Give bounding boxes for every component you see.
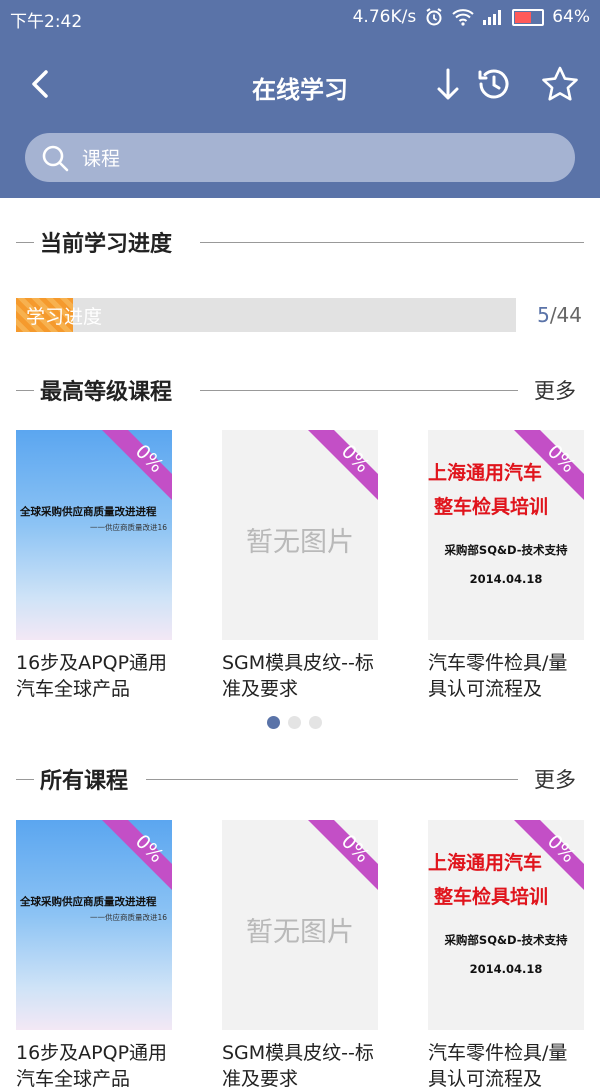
divider xyxy=(200,242,584,243)
course-title: 16步及APQP通用汽车全球产品 xyxy=(16,652,168,700)
battery-level: 64% xyxy=(552,7,590,27)
more-link[interactable]: 更多 xyxy=(534,375,576,405)
search-bar[interactable] xyxy=(25,133,575,184)
section-title: 当前学习进度 xyxy=(40,226,179,258)
battery-icon xyxy=(512,8,545,26)
progress-total: /44 xyxy=(549,303,582,327)
course-thumbnail: 暂无图片 0% xyxy=(222,820,378,1030)
course-card[interactable]: 暂无图片 0% SGM模具皮纹--标准及要求 xyxy=(222,430,378,702)
progress-ribbon: 0% xyxy=(308,820,378,890)
wifi-icon xyxy=(452,9,474,26)
carousel-dot[interactable] xyxy=(309,716,322,729)
progress-label: 学习进度 xyxy=(26,306,103,328)
download-button[interactable] xyxy=(428,64,468,104)
course-card[interactable]: 上海通用汽车 整车检具培训 采购部SQ&D-技术支持 2014.04.18 0%… xyxy=(428,820,584,1092)
progress-section-header: 当前学习进度 xyxy=(0,222,600,262)
thumbnail-text: 2014.04.18 xyxy=(469,962,543,976)
section-title: 最高等级课程 xyxy=(40,374,179,406)
progress-ribbon: 0% xyxy=(308,430,378,500)
progress-ribbon: 0% xyxy=(514,820,584,890)
thumbnail-text: 采购部SQ&D-技术支持 xyxy=(444,543,568,557)
favorite-button[interactable] xyxy=(540,64,580,104)
course-title: 16步及APQP通用汽车全球产品 xyxy=(16,1042,168,1090)
carousel-indicator xyxy=(267,716,322,729)
no-image-placeholder: 暂无图片 xyxy=(246,527,354,558)
course-title: 汽车零件检具/量具认可流程及 xyxy=(428,1042,568,1090)
no-image-placeholder: 暂无图片 xyxy=(246,917,354,948)
top-courses-header: 最高等级课程 更多 xyxy=(0,370,600,410)
progress-current: 5 xyxy=(537,303,550,327)
alarm-icon xyxy=(426,8,442,26)
divider xyxy=(16,242,34,243)
progress-bar: 学习进度 xyxy=(16,298,516,332)
course-thumbnail: 全球采购供应商质量改进进程 一一供应商质量改进16 0% xyxy=(16,820,172,1030)
course-card[interactable]: 全球采购供应商质量改进进程 一一供应商质量改进16 0% 16步及APQP通用汽… xyxy=(16,430,172,702)
course-title: SGM模具皮纹--标准及要求 xyxy=(222,1042,374,1090)
section-title: 所有课程 xyxy=(40,763,135,795)
carousel-dot[interactable] xyxy=(267,716,280,729)
status-time: 下午2:42 xyxy=(10,12,83,32)
divider xyxy=(16,779,34,780)
course-thumbnail: 全球采购供应商质量改进进程 一一供应商质量改进16 0% xyxy=(16,430,172,640)
more-link[interactable]: 更多 xyxy=(534,764,576,794)
history-icon xyxy=(478,69,509,99)
status-icons: 4.76K/s 64% xyxy=(353,7,590,27)
progress-count: 5/44 xyxy=(537,303,582,327)
course-thumbnail: 上海通用汽车 整车检具培训 采购部SQ&D-技术支持 2014.04.18 0% xyxy=(428,820,584,1030)
thumbnail-text: 2014.04.18 xyxy=(469,572,543,586)
download-icon xyxy=(437,68,459,100)
course-title: 汽车零件检具/量具认可流程及 xyxy=(428,652,568,700)
progress-ribbon: 0% xyxy=(102,820,172,890)
course-thumbnail: 暂无图片 0% xyxy=(222,430,378,640)
divider xyxy=(16,390,34,391)
divider xyxy=(146,779,518,780)
thumbnail-text: 一一供应商质量改进16 xyxy=(90,523,168,532)
thumbnail-text: 采购部SQ&D-技术支持 xyxy=(444,933,568,947)
all-courses-header: 所有课程 更多 xyxy=(0,759,600,799)
course-card[interactable]: 全球采购供应商质量改进进程 一一供应商质量改进16 0% 16步及APQP通用汽… xyxy=(16,820,172,1092)
course-thumbnail: 上海通用汽车 整车检具培训 采购部SQ&D-技术支持 2014.04.18 0% xyxy=(428,430,584,640)
divider xyxy=(200,390,518,391)
thumbnail-text: 一一供应商质量改进16 xyxy=(90,913,168,922)
progress-ribbon: 0% xyxy=(514,430,584,500)
search-input[interactable] xyxy=(80,133,564,184)
course-title: SGM模具皮纹--标准及要求 xyxy=(222,652,374,700)
progress-ribbon: 0% xyxy=(102,430,172,500)
history-button[interactable] xyxy=(474,64,514,104)
app-bar: 在线学习 xyxy=(0,34,600,198)
course-card[interactable]: 暂无图片 0% SGM模具皮纹--标准及要求 xyxy=(222,820,378,1092)
course-card[interactable]: 上海通用汽车 整车检具培训 采购部SQ&D-技术支持 2014.04.18 0%… xyxy=(428,430,584,702)
status-bar: 下午2:42 4.76K/s 64% xyxy=(0,0,600,34)
signal-icon xyxy=(483,10,502,25)
network-speed: 4.76K/s xyxy=(352,7,417,27)
carousel-dot[interactable] xyxy=(288,716,301,729)
star-icon xyxy=(542,66,578,101)
search-icon xyxy=(42,145,69,172)
